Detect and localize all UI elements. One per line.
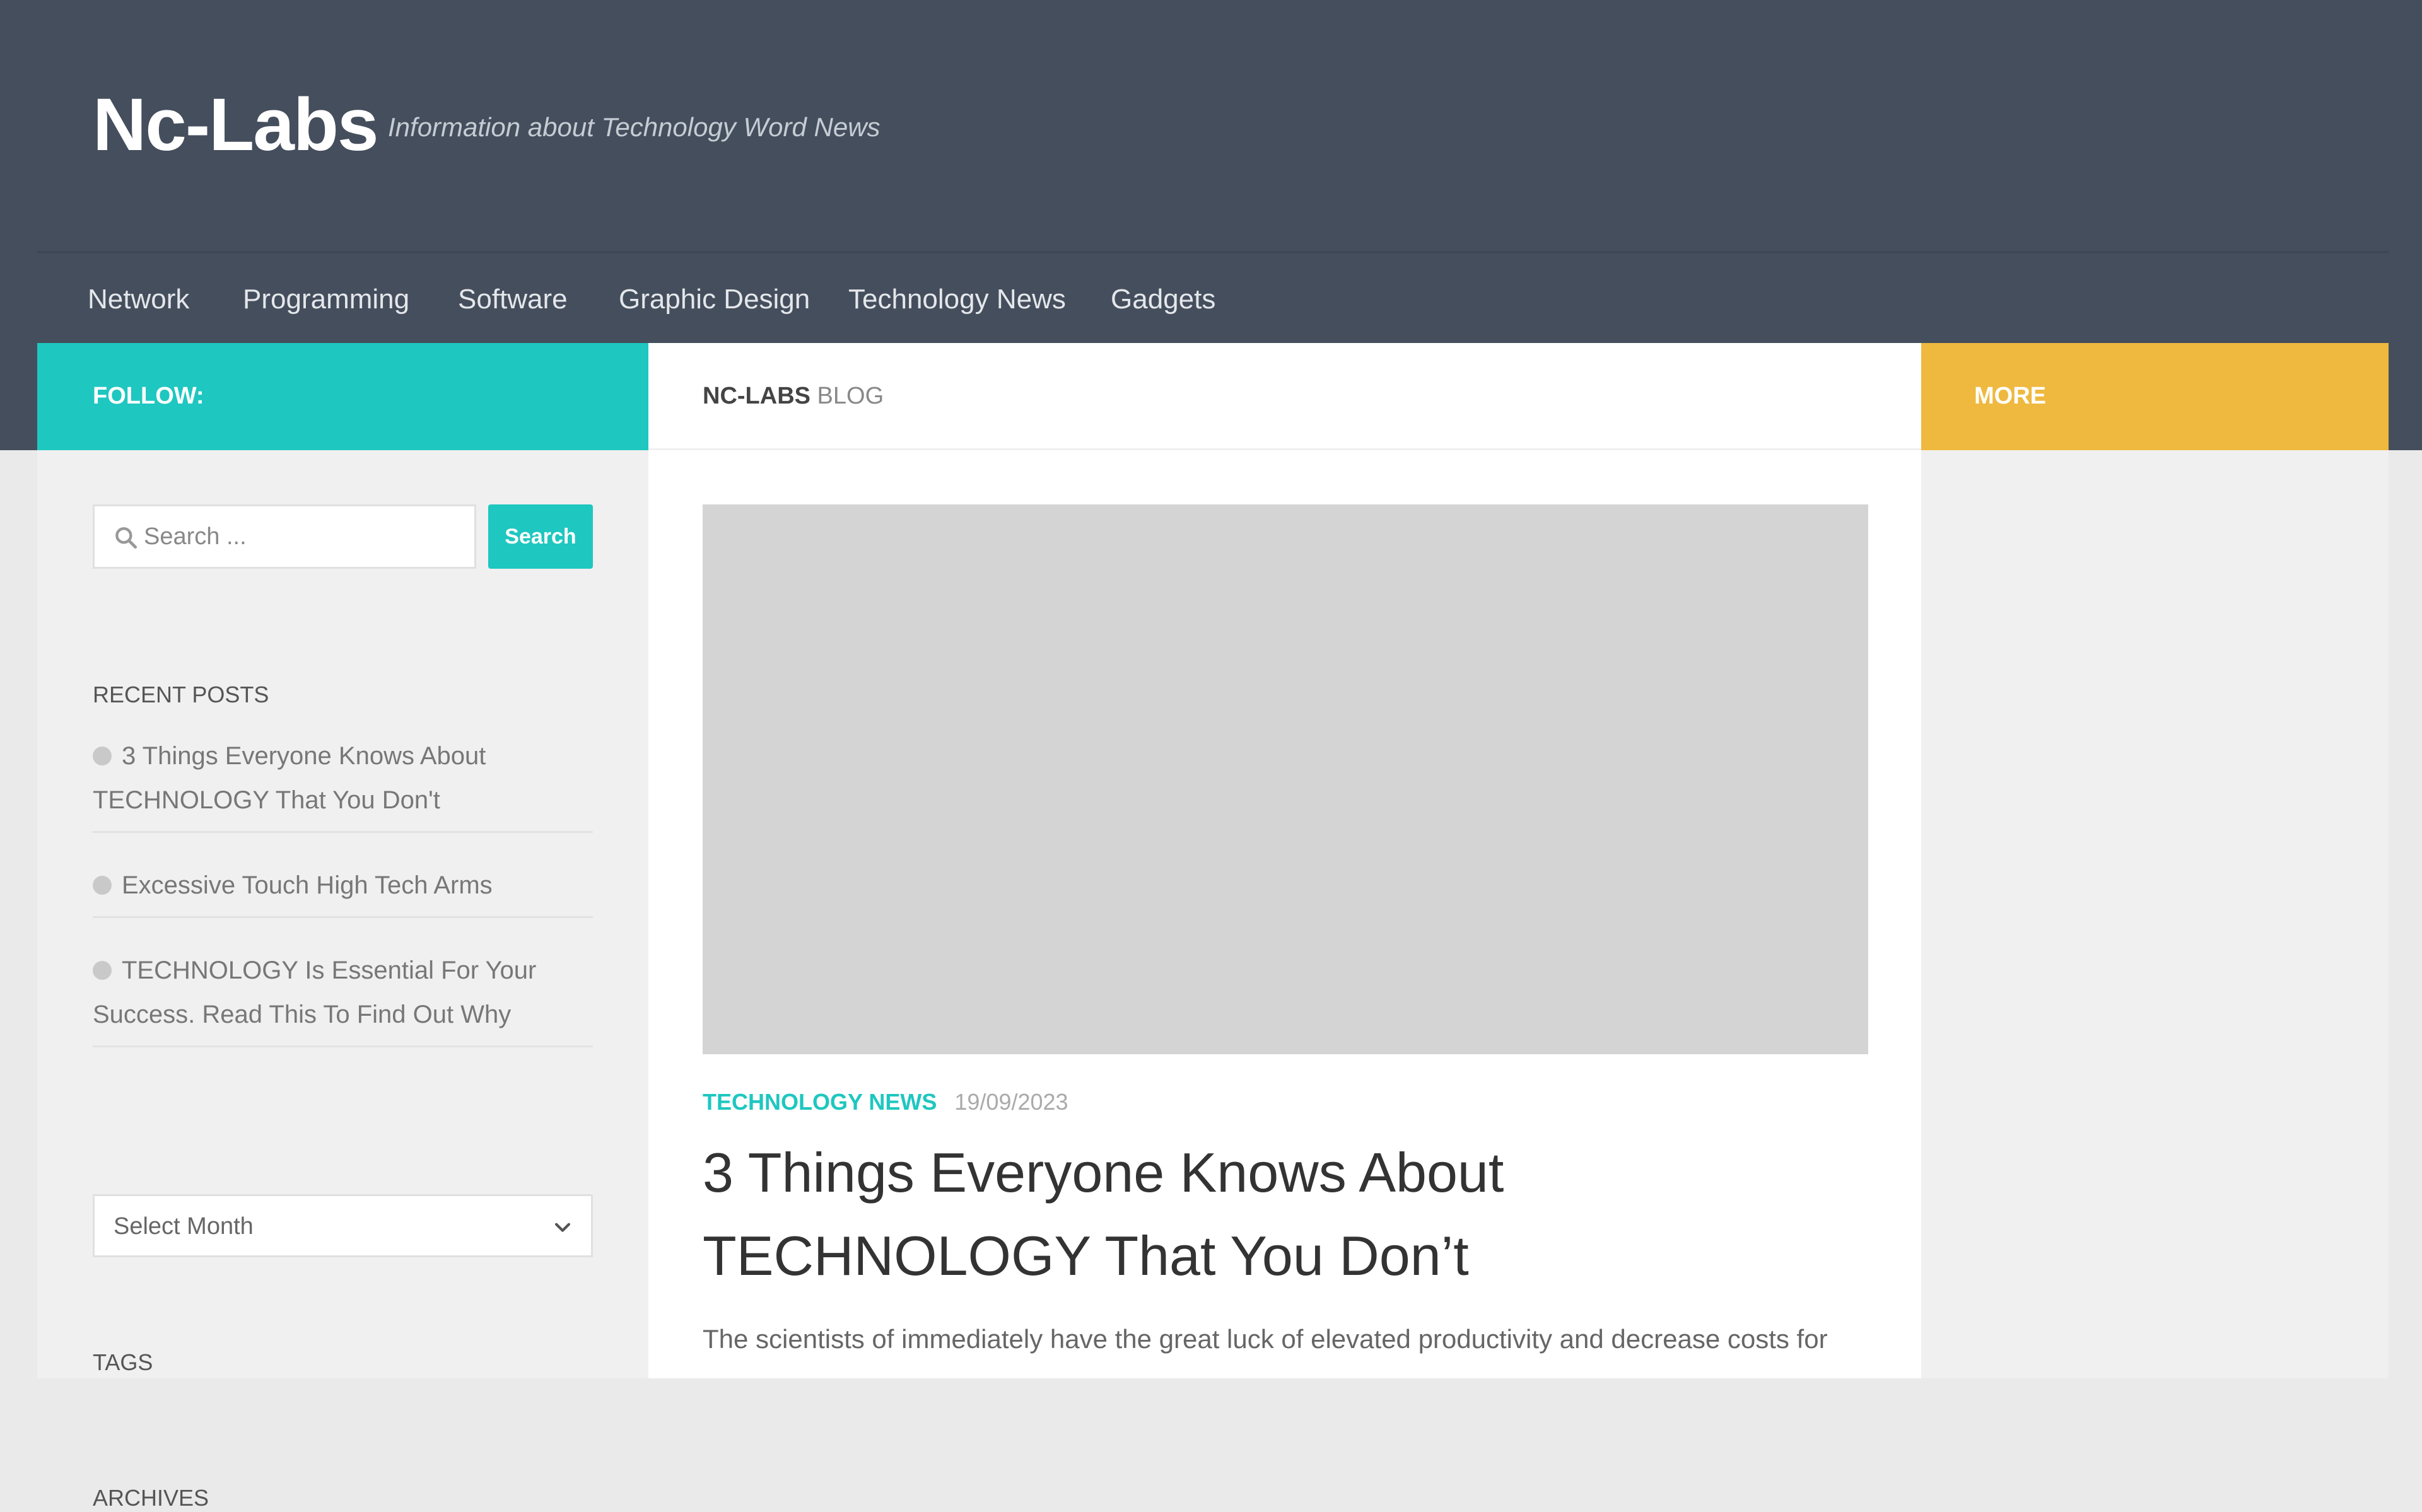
main-content: NC-LABS BLOG TECHNOLOGY NEWS 19/09/2023 … [648,343,1921,1378]
recent-post-item[interactable]: Excessive Touch High Tech Arms [93,863,593,918]
bullet-icon [93,747,112,765]
follow-label: FOLLOW: [93,383,204,409]
recent-post-item[interactable]: 3 Things Everyone Knows About TECHNOLOGY… [93,734,593,833]
post-date: 19/09/2023 [954,1089,1068,1115]
site-tagline: Information about Technology Word News [388,112,880,142]
blog-heading-label: BLOG [817,383,884,409]
bullet-icon [93,876,112,895]
blog-heading-brand: NC-LABS [703,383,810,409]
nav-item-programming[interactable]: Programming [243,283,409,316]
site-title[interactable]: Nc-Labs [93,81,379,169]
search-icon [115,527,137,549]
blog-heading: NC-LABS BLOG [703,381,884,411]
right-sidebar: MORE [1921,343,2389,1378]
nav-item-graphic-design[interactable]: Graphic Design [619,283,810,316]
post-title[interactable]: 3 Things Everyone Knows About TECHNOLOGY… [703,1131,1888,1298]
search-button[interactable]: Search [488,504,593,569]
archives-selected-value: Select Month [114,1213,254,1240]
tags-title: TAGS [93,1349,153,1375]
recent-posts-title: RECENT POSTS [93,682,269,707]
more-bar: MORE [1921,343,2389,450]
nav-item-gadgets[interactable]: Gadgets [1111,283,1215,316]
search-input[interactable] [144,506,465,567]
archives-title: ARCHIVES [93,1485,209,1511]
post-category-link[interactable]: TECHNOLOGY NEWS [703,1089,937,1115]
more-label: MORE [1974,383,2046,409]
post-thumbnail[interactable] [703,504,1868,1054]
main-navigation: Network Programming Software Graphic Des… [37,251,2389,346]
nav-item-network[interactable]: Network [88,283,189,316]
follow-bar: FOLLOW: [37,343,648,450]
bullet-icon [93,961,112,980]
recent-posts-list: 3 Things Everyone Knows About TECHNOLOGY… [93,734,593,1078]
nav-item-software[interactable]: Software [458,283,568,316]
post-excerpt: The scientists of immediately have the g… [703,1324,1828,1354]
left-sidebar: FOLLOW: Search RECENT POSTS 3 Things Eve… [37,343,648,1511]
chevron-down-icon [554,1223,571,1232]
post-meta: TECHNOLOGY NEWS 19/09/2023 [703,1087,1068,1117]
recent-post-item[interactable]: TECHNOLOGY Is Essential For Your Success… [93,948,593,1047]
search-box [93,504,476,569]
nav-item-technology-news[interactable]: Technology News [848,283,1066,316]
archives-select[interactable]: Select Month [93,1194,593,1257]
blog-heading-bar: NC-LABS BLOG [648,343,1921,450]
